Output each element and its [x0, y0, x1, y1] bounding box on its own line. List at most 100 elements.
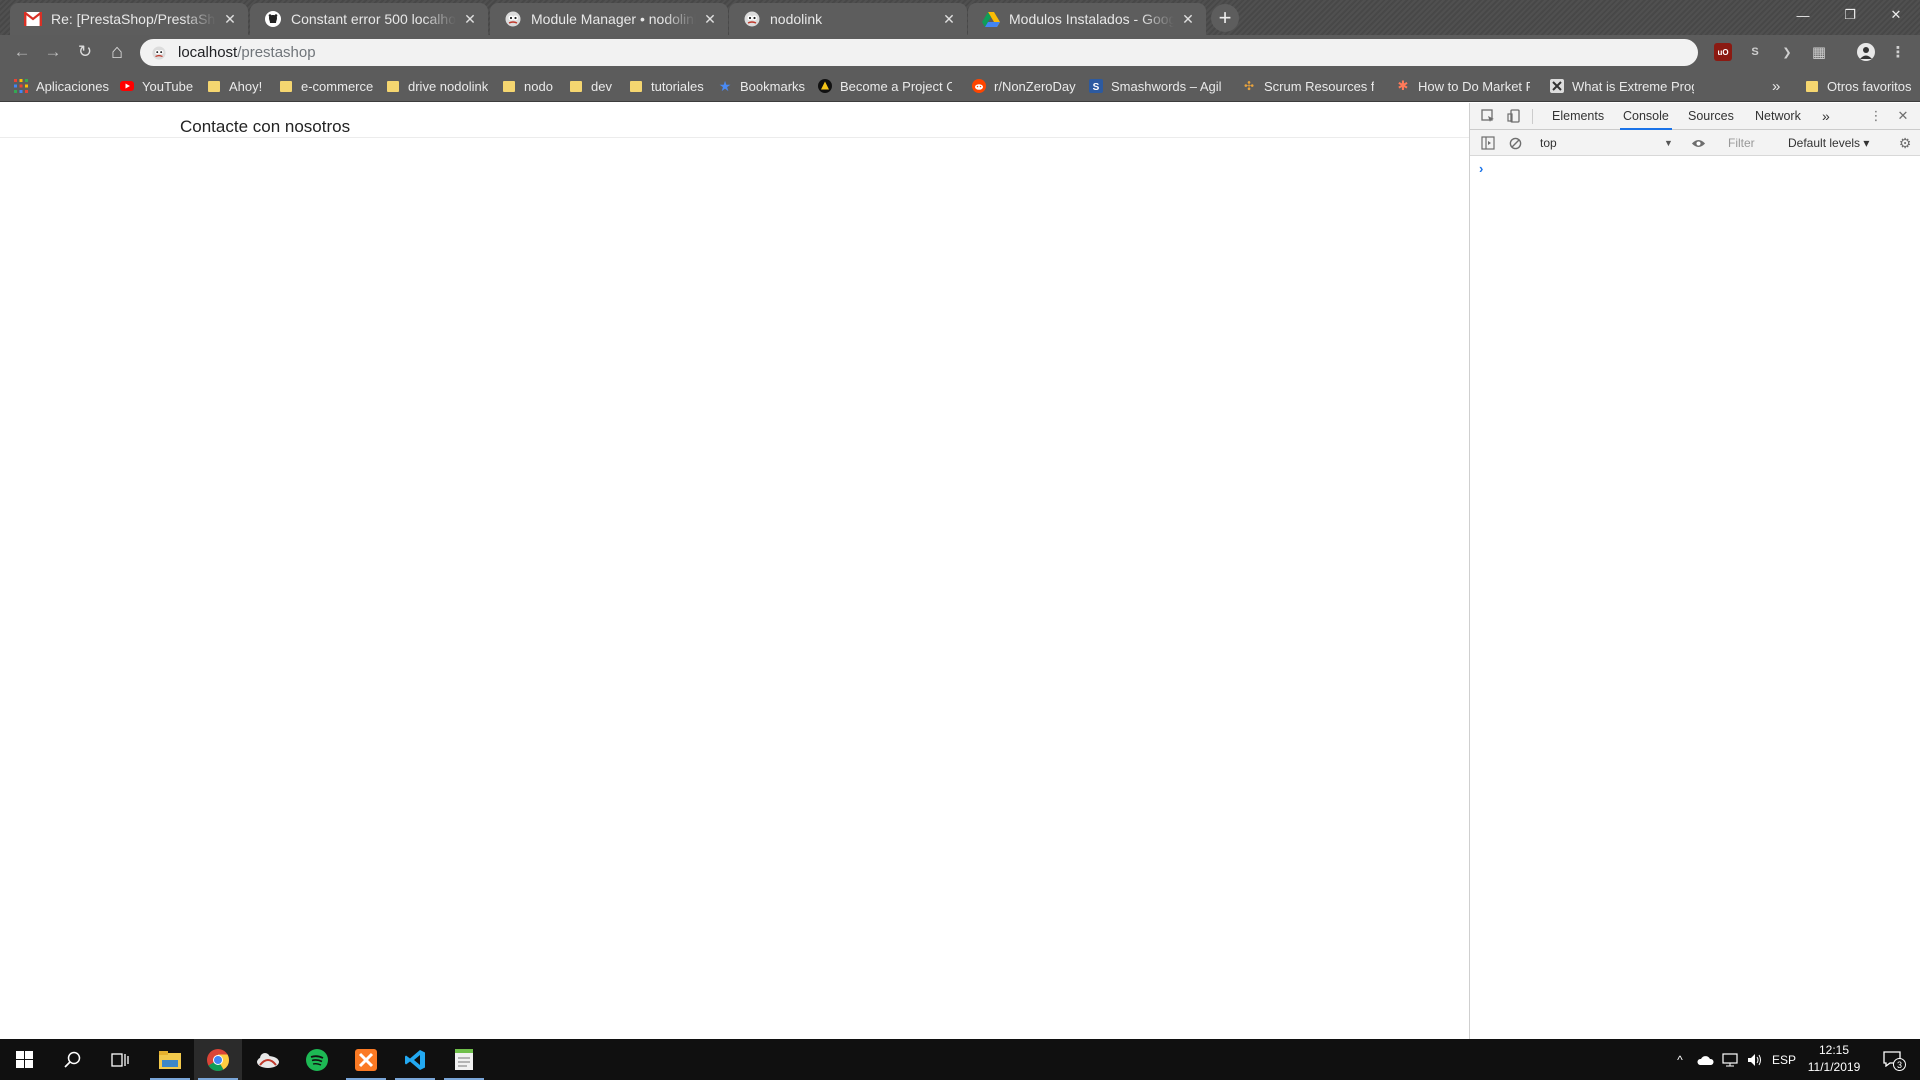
- hubspot-icon: ✱: [1397, 78, 1409, 93]
- home-button[interactable]: ⌂: [103, 38, 131, 66]
- new-tab-button[interactable]: +: [1211, 4, 1239, 32]
- close-icon[interactable]: ✕: [1180, 11, 1196, 27]
- bookmark-folder[interactable]: tutoriales: [629, 77, 704, 95]
- gmail-icon: [24, 10, 42, 28]
- xampp-icon[interactable]: [342, 1039, 390, 1080]
- bookmark-label: Smashwords – Agile: [1111, 78, 1221, 94]
- site-info-icon[interactable]: [152, 45, 166, 60]
- screen: Re: [PrestaShop/PrestaShop] Con ✕ Consta…: [0, 0, 1920, 1080]
- tab-network[interactable]: Network: [1752, 103, 1804, 130]
- cloud-app-icon[interactable]: [244, 1039, 292, 1080]
- bookmark-link[interactable]: r/NonZeroDay: [972, 77, 1076, 95]
- close-icon[interactable]: ✕: [702, 11, 718, 27]
- address-bar[interactable]: localhost/prestashop: [140, 39, 1698, 66]
- page-viewport: Contacte con nosotros: [0, 103, 1469, 1039]
- extension-s-icon[interactable]: S: [1746, 43, 1764, 61]
- bookmark-folder[interactable]: e-commerce: [279, 77, 373, 95]
- language-indicator[interactable]: ESP: [1771, 1051, 1797, 1069]
- close-icon[interactable]: ✕: [462, 11, 478, 27]
- search-icon[interactable]: [48, 1039, 96, 1080]
- extension-arrow-icon[interactable]: ❯: [1778, 43, 1796, 61]
- minimize-button[interactable]: —: [1780, 0, 1826, 30]
- browser-tab[interactable]: Module Manager • nodolink ✕: [490, 3, 728, 35]
- youtube-icon: [120, 79, 134, 93]
- taskbar-clock[interactable]: 12:15 11/1/2019: [1800, 1042, 1868, 1076]
- browser-tab[interactable]: Constant error 500 localhost · Iss ✕: [250, 3, 488, 35]
- sidebar-toggle-icon[interactable]: [1480, 135, 1496, 151]
- close-icon[interactable]: ✕: [222, 11, 238, 27]
- bookmark-apps[interactable]: Aplicaciones: [14, 77, 109, 95]
- action-center-icon[interactable]: 3: [1878, 1050, 1906, 1071]
- restore-button[interactable]: ❐: [1827, 0, 1873, 30]
- bookmark-link[interactable]: Become a Project Co: [818, 77, 952, 95]
- back-button[interactable]: ←: [8, 38, 36, 66]
- bookmark-label: Otros favoritos: [1827, 78, 1912, 94]
- forward-button[interactable]: →: [39, 38, 67, 66]
- filter-input[interactable]: Filter: [1724, 134, 1784, 152]
- close-window-button[interactable]: ✕: [1873, 0, 1919, 30]
- notepad-icon[interactable]: [440, 1039, 488, 1080]
- bookmark-link[interactable]: What is Extreme Prog: [1550, 77, 1694, 95]
- chrome-icon[interactable]: [194, 1039, 242, 1080]
- chevron-down-icon: ▼: [1664, 138, 1673, 148]
- log-levels-dropdown[interactable]: Default levels ▾: [1788, 134, 1869, 152]
- bookmark-folder[interactable]: dev: [569, 77, 612, 95]
- bookmark-link[interactable]: S Smashwords – Agile: [1089, 77, 1221, 95]
- bookmark-label: Bookmarks: [740, 78, 806, 94]
- bookmarks-overflow-button[interactable]: »: [1772, 77, 1780, 95]
- device-toolbar-icon[interactable]: [1506, 108, 1522, 124]
- vscode-icon[interactable]: [391, 1039, 439, 1080]
- network-icon[interactable]: [1720, 1051, 1740, 1069]
- devtools-menu-icon[interactable]: ⋮: [1868, 108, 1884, 124]
- tab-strip: Re: [PrestaShop/PrestaShop] Con ✕ Consta…: [0, 0, 1920, 35]
- bookmark-label: drive nodolink: [408, 78, 489, 94]
- bookmark-label: What is Extreme Prog: [1572, 78, 1694, 94]
- extension-grid-icon[interactable]: ▦: [1810, 43, 1828, 61]
- reload-button[interactable]: ↻: [71, 38, 99, 66]
- bookmark-other-favorites[interactable]: Otros favoritos: [1805, 77, 1912, 95]
- context-selector[interactable]: top: [1540, 134, 1710, 152]
- folder-icon: [629, 79, 643, 93]
- console-prompt[interactable]: ›: [1479, 161, 1483, 176]
- tab-console[interactable]: Console: [1620, 103, 1672, 130]
- ublock-icon[interactable]: uO: [1714, 43, 1732, 61]
- close-icon[interactable]: ✕: [941, 11, 957, 27]
- bookmark-youtube[interactable]: YouTube: [120, 77, 193, 95]
- more-tabs-button[interactable]: »: [1819, 103, 1833, 130]
- gear-icon[interactable]: ⚙: [1897, 135, 1913, 151]
- volume-icon[interactable]: [1745, 1051, 1765, 1069]
- project-icon: [818, 79, 832, 93]
- bookmark-label: YouTube: [142, 78, 194, 94]
- start-button[interactable]: [0, 1039, 48, 1080]
- folder-icon: [502, 79, 516, 93]
- profile-avatar[interactable]: [1857, 43, 1875, 61]
- tab-sources[interactable]: Sources: [1685, 103, 1737, 130]
- bookmark-folder[interactable]: drive nodolink: [386, 77, 488, 95]
- bookmark-link[interactable]: ✱ How to Do Market Re: [1396, 77, 1530, 95]
- reddit-icon: [972, 79, 986, 93]
- browser-tab[interactable]: Modulos Instalados - Google Dri ✕: [968, 3, 1206, 35]
- spotify-icon[interactable]: [293, 1039, 341, 1080]
- tab-title: Modulos Instalados - Google Dri: [1009, 11, 1174, 27]
- browser-menu-button[interactable]: ⋮: [1889, 43, 1907, 61]
- chevron-up-icon[interactable]: ^: [1672, 1051, 1688, 1069]
- browser-tab[interactable]: nodolink ✕: [729, 3, 967, 35]
- star-icon: ★: [718, 77, 732, 94]
- tab-title: nodolink: [770, 11, 823, 27]
- folder-icon: [207, 79, 221, 93]
- inspect-element-icon[interactable]: [1480, 108, 1496, 124]
- file-explorer-icon[interactable]: [146, 1039, 194, 1080]
- close-icon[interactable]: ✕: [1895, 108, 1911, 124]
- bookmark-folder[interactable]: Ahoy!: [207, 77, 262, 95]
- bookmark-folder[interactable]: nodo: [502, 77, 553, 95]
- live-expression-eye-icon[interactable]: [1690, 135, 1706, 151]
- onedrive-cloud-icon[interactable]: [1695, 1051, 1715, 1069]
- bookmark-label: dev: [591, 78, 612, 94]
- bookmark-link[interactable]: ✣ Scrum Resources for: [1242, 77, 1374, 95]
- contact-link[interactable]: Contacte con nosotros: [180, 117, 350, 137]
- task-view-icon[interactable]: [96, 1039, 144, 1080]
- bookmark-bookmarks[interactable]: ★ Bookmarks: [718, 77, 805, 95]
- tab-elements[interactable]: Elements: [1549, 103, 1607, 130]
- clear-console-icon[interactable]: [1507, 135, 1523, 151]
- browser-tab[interactable]: Re: [PrestaShop/PrestaShop] Con ✕: [10, 3, 248, 35]
